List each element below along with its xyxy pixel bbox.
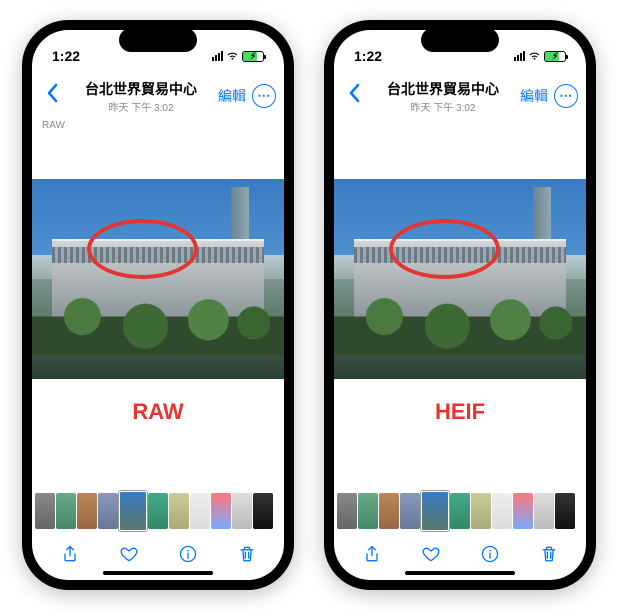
- status-indicators: ⚡︎: [514, 51, 566, 62]
- thumbnail[interactable]: [35, 493, 55, 529]
- info-button[interactable]: [476, 540, 504, 568]
- nav-title-group: 台北世界貿易中心 昨天 下午 3:02: [64, 79, 218, 114]
- raw-format-badge: RAW: [32, 118, 284, 134]
- navigation-bar: 台北世界貿易中心 昨天 下午 3:02 編輯 ⋯: [334, 74, 586, 118]
- thumbnail[interactable]: [148, 493, 168, 529]
- home-indicator[interactable]: [405, 571, 515, 575]
- thumbnail[interactable]: [98, 493, 118, 529]
- heart-icon: [421, 544, 441, 564]
- more-options-button[interactable]: ⋯: [252, 84, 276, 108]
- home-indicator[interactable]: [103, 571, 213, 575]
- thumbnail[interactable]: [358, 493, 378, 529]
- annotation-red-ellipse: [389, 219, 500, 279]
- main-photo[interactable]: [32, 179, 284, 379]
- thumbnail[interactable]: [337, 493, 357, 529]
- wifi-icon: [226, 51, 239, 61]
- thumbnail-current[interactable]: [119, 491, 147, 531]
- nav-actions: 編輯 ⋯: [520, 84, 578, 108]
- photo-datetime-subtitle: 昨天 下午 3:02: [366, 99, 520, 114]
- dynamic-island: [119, 28, 197, 52]
- photo-greenery: [334, 291, 586, 355]
- trash-icon: [539, 544, 559, 564]
- share-icon: [60, 544, 80, 564]
- photo-greenery: [32, 291, 284, 355]
- delete-button[interactable]: [233, 540, 261, 568]
- share-button[interactable]: [56, 540, 84, 568]
- nav-title-group: 台北世界貿易中心 昨天 下午 3:02: [366, 79, 520, 114]
- share-button[interactable]: [358, 540, 386, 568]
- battery-icon: ⚡︎: [544, 51, 566, 62]
- thumbnail-strip[interactable]: [334, 490, 586, 532]
- ellipsis-icon: ⋯: [559, 88, 573, 104]
- nav-actions: 編輯 ⋯: [218, 84, 276, 108]
- thumbnail[interactable]: [450, 493, 470, 529]
- iphone-frame-right: 1:22 ⚡︎ 台北世界貿易中心 昨天 下午 3:02 編輯 ⋯: [324, 20, 596, 590]
- thumbnail[interactable]: [232, 493, 252, 529]
- share-icon: [362, 544, 382, 564]
- thumbnail[interactable]: [211, 493, 231, 529]
- thumbnail[interactable]: [190, 493, 210, 529]
- main-photo[interactable]: [334, 179, 586, 379]
- chevron-left-icon: [348, 83, 360, 103]
- edit-button[interactable]: 編輯: [520, 86, 548, 106]
- favorite-button[interactable]: [115, 540, 143, 568]
- status-time: 1:22: [354, 48, 382, 64]
- thumbnail[interactable]: [253, 493, 273, 529]
- back-button[interactable]: [342, 79, 366, 113]
- favorite-button[interactable]: [417, 540, 445, 568]
- thumbnail[interactable]: [400, 493, 420, 529]
- back-button[interactable]: [40, 79, 64, 113]
- photo-viewport[interactable]: HEIF: [334, 134, 586, 490]
- info-circle-icon: [480, 544, 500, 564]
- cellular-signal-icon: [212, 51, 223, 61]
- battery-icon: ⚡︎: [242, 51, 264, 62]
- screen: 1:22 ⚡︎ 台北世界貿易中心 昨天 下午 3:02 編輯 ⋯: [334, 30, 586, 580]
- status-time: 1:22: [52, 48, 80, 64]
- thumbnail[interactable]: [379, 493, 399, 529]
- photo-viewport[interactable]: RAW: [32, 134, 284, 490]
- thumbnail[interactable]: [169, 493, 189, 529]
- thumbnail[interactable]: [555, 493, 575, 529]
- info-button[interactable]: [174, 540, 202, 568]
- ellipsis-icon: ⋯: [257, 88, 271, 104]
- thumbnail[interactable]: [77, 493, 97, 529]
- edit-button[interactable]: 編輯: [218, 86, 246, 106]
- heart-icon: [119, 544, 139, 564]
- chevron-left-icon: [46, 83, 58, 103]
- raw-format-badge: [334, 118, 586, 134]
- thumbnail[interactable]: [534, 493, 554, 529]
- format-caption-label: HEIF: [334, 379, 586, 445]
- thumbnail[interactable]: [513, 493, 533, 529]
- thumbnail[interactable]: [471, 493, 491, 529]
- navigation-bar: 台北世界貿易中心 昨天 下午 3:02 編輯 ⋯: [32, 74, 284, 118]
- screen: 1:22 ⚡︎ 台北世界貿易中心 昨天 下午 3:02 編輯 ⋯ RAW: [32, 30, 284, 580]
- wifi-icon: [528, 51, 541, 61]
- trash-icon: [237, 544, 257, 564]
- thumbnail[interactable]: [492, 493, 512, 529]
- status-indicators: ⚡︎: [212, 51, 264, 62]
- more-options-button[interactable]: ⋯: [554, 84, 578, 108]
- delete-button[interactable]: [535, 540, 563, 568]
- annotation-red-ellipse: [87, 219, 198, 279]
- photo-location-title: 台北世界貿易中心: [366, 79, 520, 99]
- dynamic-island: [421, 28, 499, 52]
- photo-datetime-subtitle: 昨天 下午 3:02: [64, 99, 218, 114]
- thumbnail-strip[interactable]: [32, 490, 284, 532]
- thumbnail-current[interactable]: [421, 491, 449, 531]
- thumbnail[interactable]: [56, 493, 76, 529]
- cellular-signal-icon: [514, 51, 525, 61]
- iphone-frame-left: 1:22 ⚡︎ 台北世界貿易中心 昨天 下午 3:02 編輯 ⋯ RAW: [22, 20, 294, 590]
- info-circle-icon: [178, 544, 198, 564]
- format-caption-label: RAW: [32, 379, 284, 445]
- photo-location-title: 台北世界貿易中心: [64, 79, 218, 99]
